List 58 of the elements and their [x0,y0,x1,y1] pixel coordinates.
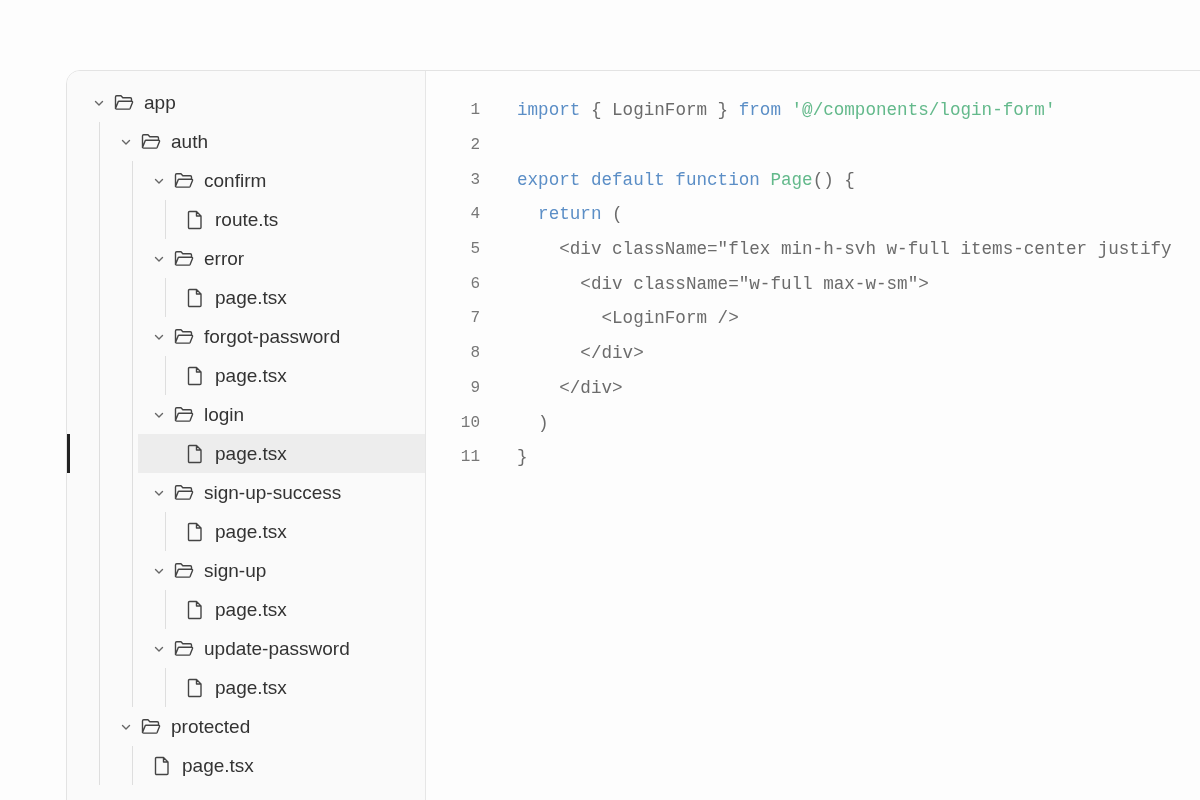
file-icon [187,443,203,464]
file-item[interactable]: page.tsx [166,590,425,629]
file-icon [187,521,203,542]
code-line: </div> [579,343,644,364]
code-line: <div className="flex min-h-svh w-full items-center justify [558,239,1172,260]
file-icon [187,209,203,230]
line-number: 9 [469,378,480,397]
folder-item[interactable]: forgot-password [133,317,425,356]
folder-item[interactable]: app [67,83,425,122]
code-line: return ( [537,204,623,225]
code-line: </div> [558,377,623,398]
line-number: 3 [469,170,480,189]
file-icon [187,677,203,698]
line-number: 6 [469,274,480,293]
code-line: } [517,447,528,468]
code-line: export default function Page() { [517,169,855,190]
folder-item[interactable]: error [133,239,425,278]
file-item[interactable]: page.tsx [166,512,425,551]
folder-item[interactable]: auth [100,122,425,161]
line-number: 11 [459,448,480,467]
folder-item[interactable]: sign-up [133,551,425,590]
file-item[interactable]: page.tsx [166,356,425,395]
folder-item[interactable]: sign-up-success [133,473,425,512]
folder-icon [174,327,194,346]
line-number: 7 [469,309,480,328]
folder-icon [114,93,134,112]
folder-icon [174,639,194,658]
folder-icon [174,483,194,502]
folder-icon [174,249,194,268]
line-number: 5 [469,240,480,259]
file-item[interactable]: page.tsx [166,278,425,317]
code-line: import { LoginForm } from '@/components/login-form' [517,100,1056,121]
folder-item[interactable]: update-password [133,629,425,668]
folder-icon [141,132,161,151]
folder-icon [141,717,161,736]
folder-icon [174,171,194,190]
line-number: 4 [469,205,480,224]
folder-item[interactable]: confirm [133,161,425,200]
line-number: 1 [469,101,480,120]
file-icon [154,755,170,776]
file-item[interactable]: route.ts [166,200,425,239]
file-item[interactable]: page.tsx [133,746,425,785]
code-line: <div className="w-full max-w-sm"> [579,273,929,294]
line-number: 10 [459,413,480,432]
line-number: 8 [469,344,480,363]
file-item[interactable]: page.tsx [166,668,425,707]
selection-indicator [67,434,70,473]
folder-icon [174,405,194,424]
file-icon [187,287,203,308]
file-icon [187,365,203,386]
line-number: 2 [469,136,480,155]
folder-item[interactable]: login [133,395,425,434]
file-icon [187,599,203,620]
code-line: ) [537,412,549,433]
code-line: <LoginForm /> [600,308,739,329]
folder-item[interactable]: protected [100,707,425,746]
folder-icon [174,561,194,580]
file-item[interactable]: page.tsx [138,434,425,473]
